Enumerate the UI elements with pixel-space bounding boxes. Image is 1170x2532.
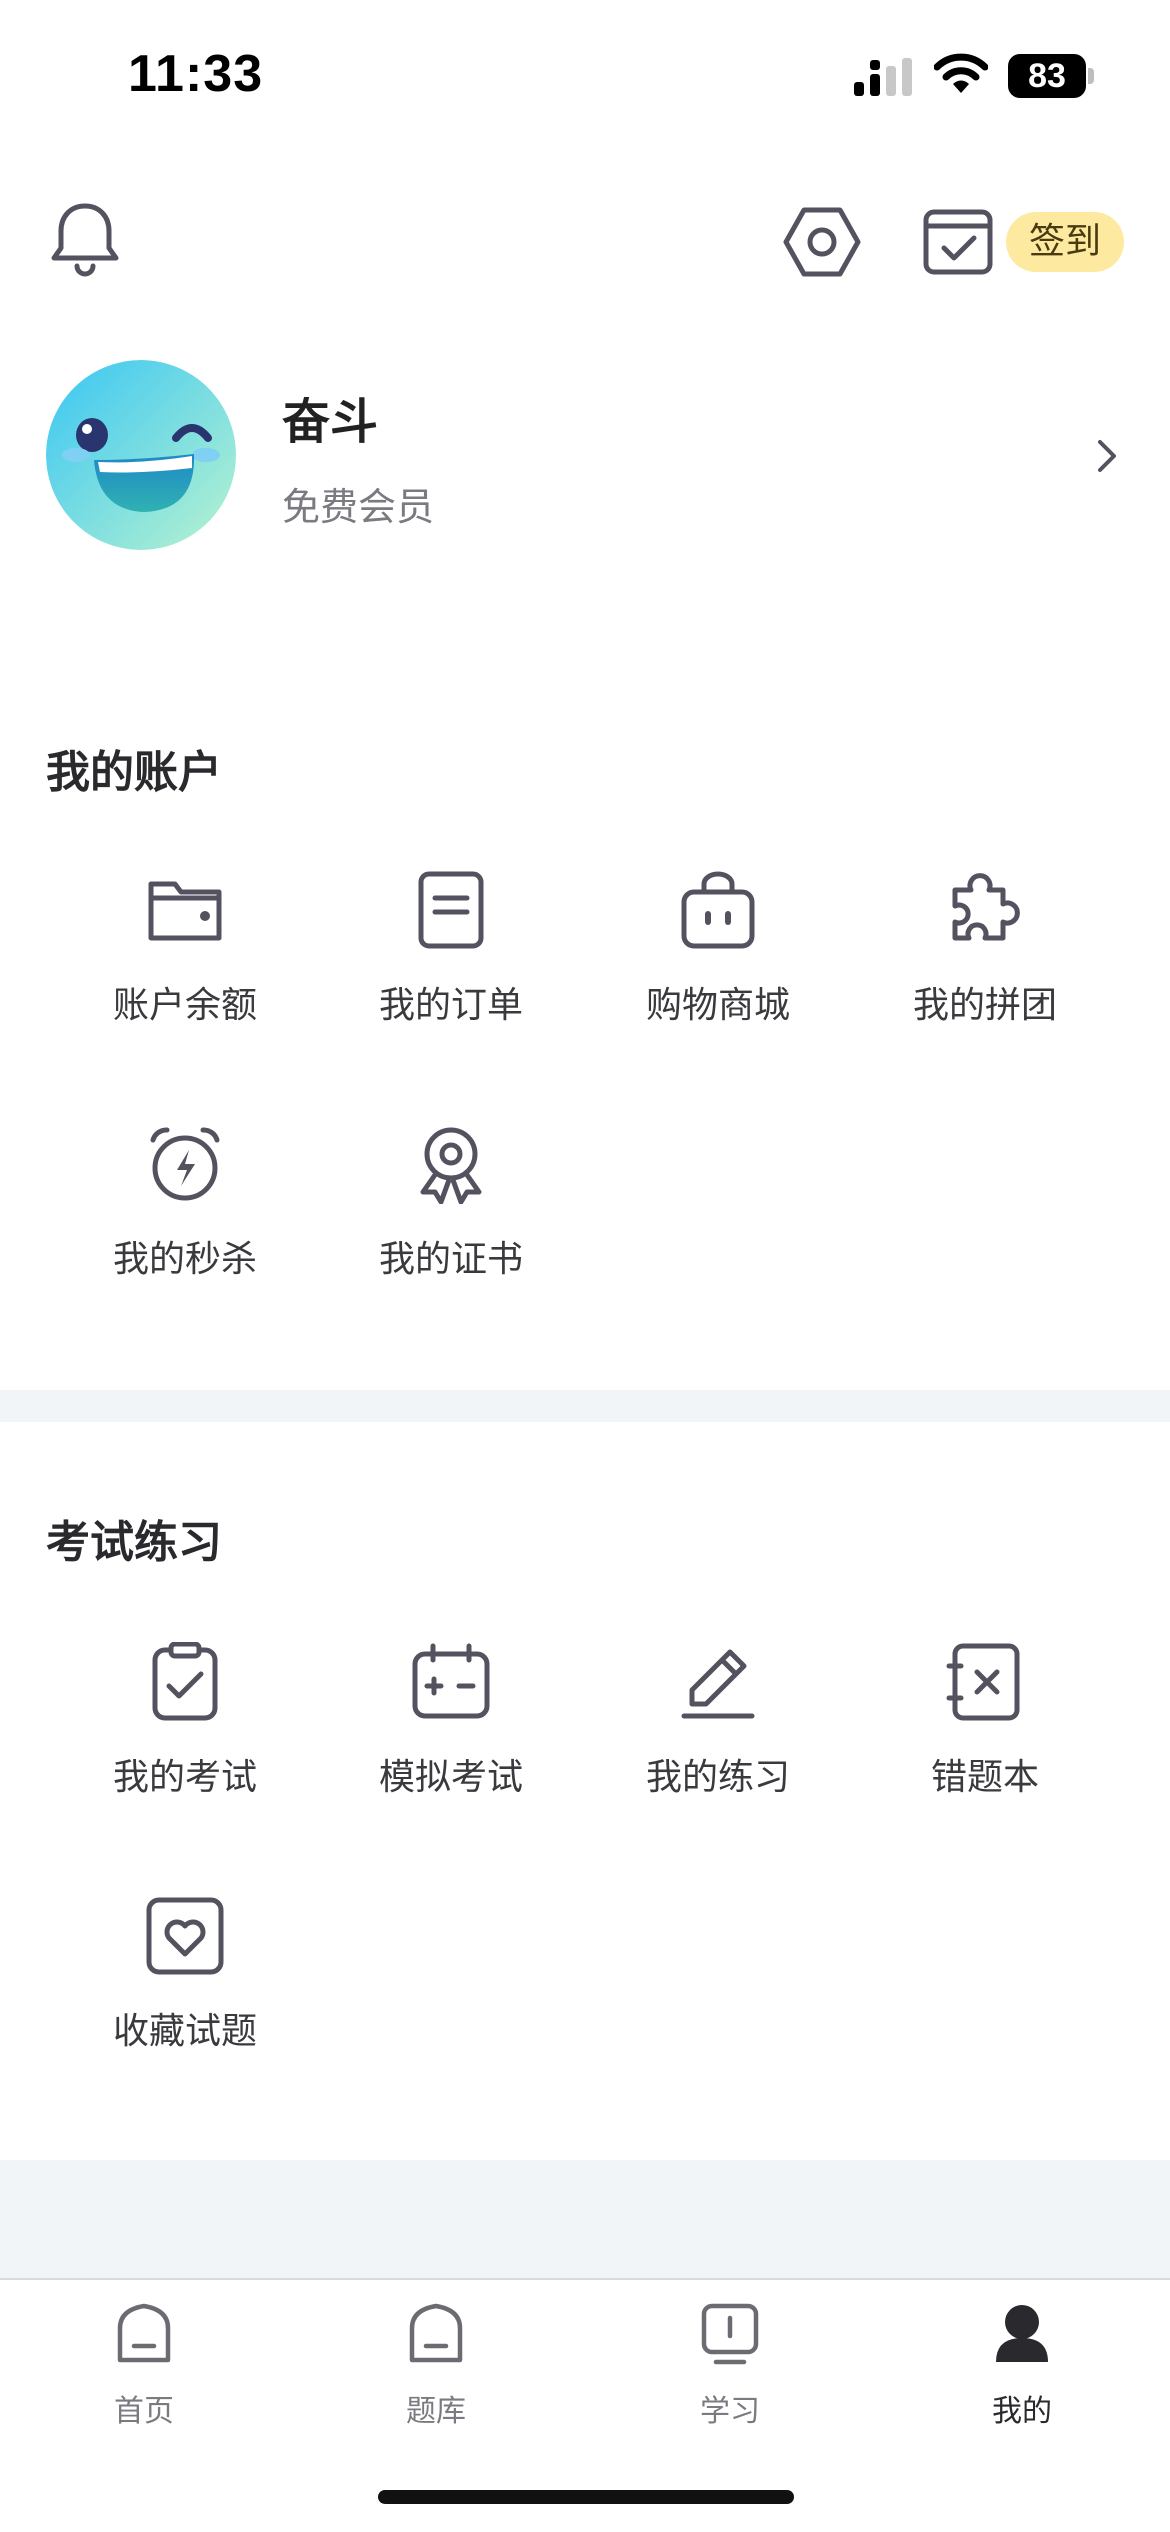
my-exams-item[interactable]: 我的考试 <box>52 1642 318 1872</box>
clipboard-check-icon <box>152 1642 218 1721</box>
tab-question-bank[interactable]: 题库 <box>336 2302 536 2432</box>
my-orders-item[interactable]: 我的订单 <box>318 870 584 1100</box>
alarm-flash-icon <box>150 1127 220 1201</box>
wrong-questions-item[interactable]: 错题本 <box>852 1642 1118 1872</box>
account-section-title: 我的账户 <box>46 747 222 798</box>
certificates-label: 我的证书 <box>378 1239 523 1280</box>
section-divider <box>0 1390 1170 1422</box>
group-buy-item[interactable]: 我的拼团 <box>852 870 1118 1100</box>
order-document-icon <box>418 871 484 949</box>
tab-study-label: 学习 <box>700 2394 760 2429</box>
my-practice-label: 我的练习 <box>645 1757 790 1798</box>
profile-icon <box>996 2305 1048 2362</box>
bottom-filler <box>0 2160 1170 2278</box>
wallet-icon <box>148 881 222 941</box>
exam-section-title: 考试练习 <box>46 1517 222 1568</box>
my-practice-item[interactable]: 我的练习 <box>585 1642 851 1872</box>
checkin-button[interactable]: 签到 <box>1006 212 1124 272</box>
home-indicator <box>378 2490 794 2504</box>
cellular-signal-icon <box>854 58 912 96</box>
battery-icon: 83 <box>1008 54 1094 98</box>
question-bank-icon <box>409 2303 463 2363</box>
home-icon <box>117 2303 171 2363</box>
account-balance-label: 账户余额 <box>112 985 257 1026</box>
membership-tier: 免费会员 <box>282 485 435 529</box>
status-time: 11:33 <box>128 45 264 103</box>
study-icon <box>701 2303 759 2365</box>
avatar[interactable] <box>46 360 236 550</box>
pencil-icon <box>681 1649 755 1719</box>
certificates-item[interactable]: 我的证书 <box>318 1124 584 1354</box>
profile-page: 11:33 83 签到 奋斗 免费会员 我的账户 账户余额 我的订单 购物商城 … <box>0 0 1170 2532</box>
tab-profile-label: 我的 <box>992 2394 1052 2429</box>
puzzle-icon <box>952 873 1020 941</box>
flash-sale-label: 我的秒杀 <box>112 1239 257 1280</box>
battery-level: 83 <box>1028 57 1066 95</box>
tab-home-label: 首页 <box>114 2394 174 2429</box>
group-buy-label: 我的拼团 <box>912 985 1057 1026</box>
settings-icon[interactable] <box>782 204 862 280</box>
tab-question-bank-label: 题库 <box>406 2394 466 2429</box>
tab-home[interactable]: 首页 <box>44 2302 244 2432</box>
mock-exam-item[interactable]: 模拟考试 <box>318 1642 584 1872</box>
bell-icon[interactable] <box>48 200 122 280</box>
profile-name[interactable]: 奋斗 <box>282 382 378 452</box>
my-orders-label: 我的订单 <box>378 985 523 1026</box>
award-ribbon-icon <box>420 1127 482 1204</box>
shopping-mall-label: 购物商城 <box>645 985 790 1026</box>
avatar-face-icon <box>46 360 236 550</box>
account-balance-item[interactable]: 账户余额 <box>52 870 318 1100</box>
wifi-icon <box>934 53 988 93</box>
status-bar: 11:33 83 <box>0 0 1170 150</box>
shopping-bag-icon <box>681 871 755 949</box>
wrong-book-icon <box>946 1643 1020 1721</box>
mock-exam-label: 模拟考试 <box>378 1757 523 1798</box>
favorite-questions-item[interactable]: 收藏试题 <box>52 1896 318 2126</box>
shopping-mall-item[interactable]: 购物商城 <box>585 870 851 1100</box>
tab-profile[interactable]: 我的 <box>922 2302 1122 2432</box>
wrong-questions-label: 错题本 <box>930 1757 1039 1798</box>
calendar-exam-icon <box>412 1643 490 1719</box>
tab-study[interactable]: 学习 <box>630 2302 830 2432</box>
flash-sale-item[interactable]: 我的秒杀 <box>52 1124 318 1354</box>
chevron-right-icon[interactable] <box>1090 436 1124 476</box>
checkin-calendar-icon[interactable] <box>922 206 994 276</box>
my-exams-label: 我的考试 <box>112 1757 257 1798</box>
favorite-questions-label: 收藏试题 <box>112 2011 257 2052</box>
heart-favorite-icon <box>146 1897 224 1975</box>
